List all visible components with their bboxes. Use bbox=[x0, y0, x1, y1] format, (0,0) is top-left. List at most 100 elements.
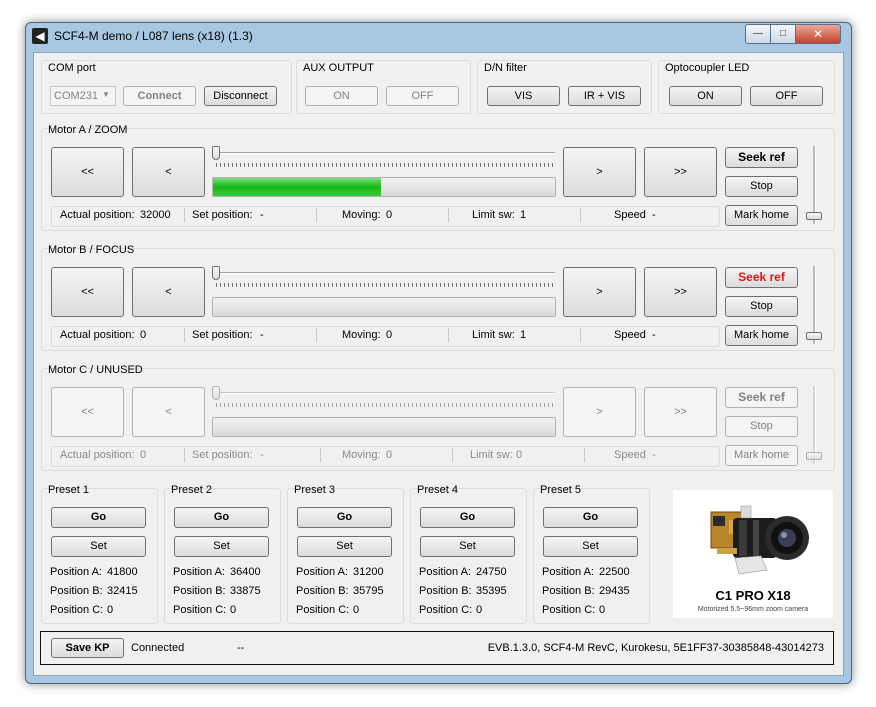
motor-c-fast-left-button[interactable]: << bbox=[51, 387, 124, 437]
motor-b-fast-left-button[interactable]: << bbox=[51, 267, 124, 317]
motor-c-slider-thumb[interactable] bbox=[212, 386, 220, 400]
camera-lens-illustration bbox=[710, 505, 809, 575]
preset-4-pos-c-label: Position C: bbox=[419, 604, 473, 616]
chevron-down-icon: ▼ bbox=[102, 90, 110, 99]
product-subtitle: Motorized 5.5~96mm zoom camera bbox=[697, 606, 809, 613]
motor-b-limit-value: 1 bbox=[520, 329, 527, 341]
save-kp-button[interactable]: Save KP bbox=[51, 638, 124, 658]
motor-b-seek-ref-button[interactable]: Seek ref bbox=[725, 267, 798, 288]
preset-4-label: Preset 4 bbox=[417, 484, 458, 496]
motor-c-left-button[interactable]: < bbox=[132, 387, 205, 437]
preset-3-set-button[interactable]: Set bbox=[297, 536, 392, 557]
motor-c-right-button[interactable]: > bbox=[563, 387, 636, 437]
preset-1-pos-a-label: Position A: bbox=[50, 566, 102, 578]
motor-a-right-button[interactable]: > bbox=[563, 147, 636, 197]
close-icon: ✕ bbox=[812, 27, 824, 41]
motor-a-fast-left-button[interactable]: << bbox=[51, 147, 124, 197]
motor-c-speed-thumb[interactable] bbox=[806, 452, 822, 460]
separator bbox=[316, 208, 317, 222]
motor-a-set-value: - bbox=[260, 209, 264, 221]
motor-a-slider-thumb[interactable] bbox=[212, 146, 220, 160]
preset-1-pos-c-value: 0 bbox=[107, 604, 114, 616]
preset-4-pos-a-value: 24750 bbox=[476, 566, 507, 578]
motor-c-speed-label: Speed bbox=[614, 449, 646, 461]
motor-b-limit-label: Limit sw: bbox=[472, 329, 515, 341]
preset-5-go-button[interactable]: Go bbox=[543, 507, 638, 528]
preset-2-pos-c-label: Position C: bbox=[173, 604, 227, 616]
preset-2-set-button[interactable]: Set bbox=[174, 536, 269, 557]
separator bbox=[320, 448, 321, 462]
separator bbox=[316, 328, 317, 342]
motor-c-set-label: Set position: bbox=[192, 449, 253, 461]
motor-b-mark-home-button[interactable]: Mark home bbox=[725, 325, 798, 346]
motor-c-stop-button[interactable]: Stop bbox=[725, 416, 798, 437]
motor-a-actual-label: Actual position: bbox=[60, 209, 135, 221]
preset-3-pos-c-label: Position C: bbox=[296, 604, 350, 616]
preset-5-pos-c-label: Position C: bbox=[542, 604, 596, 616]
separator bbox=[184, 448, 185, 462]
connect-button[interactable]: Connect bbox=[123, 86, 196, 106]
motor-b-speed-thumb[interactable] bbox=[806, 332, 822, 340]
motor-c-mark-home-button[interactable]: Mark home bbox=[725, 445, 798, 466]
motor-a-slider-ticks bbox=[216, 163, 554, 167]
aux-output-label: AUX OUTPUT bbox=[303, 62, 374, 74]
motor-a-set-label: Set position: bbox=[192, 209, 253, 221]
motor-a-fast-right-button[interactable]: >> bbox=[644, 147, 717, 197]
preset-3-pos-b-label: Position B: bbox=[296, 585, 349, 597]
app-icon[interactable]: ◀ bbox=[32, 28, 48, 44]
ir-vis-button[interactable]: IR + VIS bbox=[568, 86, 641, 106]
preset-3-pos-a-value: 31200 bbox=[353, 566, 384, 578]
motor-a-stop-button[interactable]: Stop bbox=[725, 176, 798, 197]
maximize-button[interactable]: □ bbox=[770, 24, 796, 44]
preset-1-pos-b-label: Position B: bbox=[50, 585, 103, 597]
window-title: SCF4-M demo / L087 lens (x18) (1.3) bbox=[54, 29, 253, 43]
minimize-button[interactable]: — bbox=[745, 24, 771, 44]
motor-a-speed-thumb[interactable] bbox=[806, 212, 822, 220]
preset-1-set-button[interactable]: Set bbox=[51, 536, 146, 557]
motor-b-slider-thumb[interactable] bbox=[212, 266, 220, 280]
motor-b-slider-track[interactable] bbox=[213, 272, 555, 274]
motor-c-speed-value: - bbox=[652, 449, 656, 461]
com-port-select[interactable]: COM231 ▼ bbox=[50, 86, 116, 106]
disconnect-button[interactable]: Disconnect bbox=[204, 86, 277, 106]
motor-b-fast-right-button[interactable]: >> bbox=[644, 267, 717, 317]
opto-on-button[interactable]: ON bbox=[669, 86, 742, 106]
motor-c-fast-right-button[interactable]: >> bbox=[644, 387, 717, 437]
preset-4-set-button[interactable]: Set bbox=[420, 536, 515, 557]
preset-3-go-button[interactable]: Go bbox=[297, 507, 392, 528]
close-button[interactable]: ✕ bbox=[795, 24, 841, 44]
motor-a-slider-track[interactable] bbox=[213, 152, 555, 154]
motor-c-limit-value: 0 bbox=[516, 449, 523, 461]
preset-2-label: Preset 2 bbox=[171, 484, 212, 496]
preset-4-pos-a-label: Position A: bbox=[419, 566, 471, 578]
preset-5-pos-a-label: Position A: bbox=[542, 566, 594, 578]
motor-a-speed-label: Speed bbox=[614, 209, 646, 221]
motor-a-left-button[interactable]: < bbox=[132, 147, 205, 197]
aux-on-button[interactable]: ON bbox=[305, 86, 378, 106]
motor-c-moving-label: Moving: bbox=[342, 449, 381, 461]
motor-b-set-value: - bbox=[260, 329, 264, 341]
preset-3-pos-b-value: 35795 bbox=[353, 585, 384, 597]
title-bar[interactable]: ◀ SCF4-M demo / L087 lens (x18) (1.3) — … bbox=[26, 23, 851, 49]
separator bbox=[580, 208, 581, 222]
motor-a-progress-fill bbox=[213, 178, 381, 196]
motor-a-mark-home-button[interactable]: Mark home bbox=[725, 205, 798, 226]
aux-off-button[interactable]: OFF bbox=[386, 86, 459, 106]
optocoupler-label: Optocoupler LED bbox=[665, 62, 750, 74]
preset-2-go-button[interactable]: Go bbox=[174, 507, 269, 528]
motor-c-progress bbox=[212, 417, 556, 437]
vis-button[interactable]: VIS bbox=[487, 86, 560, 106]
preset-5-set-button[interactable]: Set bbox=[543, 536, 638, 557]
opto-off-button[interactable]: OFF bbox=[750, 86, 823, 106]
motor-a-seek-ref-button[interactable]: Seek ref bbox=[725, 147, 798, 168]
motor-c-slider-track[interactable] bbox=[213, 392, 555, 394]
motor-b-stop-button[interactable]: Stop bbox=[725, 296, 798, 317]
motor-b-left-button[interactable]: < bbox=[132, 267, 205, 317]
preset-4-pos-b-value: 35395 bbox=[476, 585, 507, 597]
motor-c-seek-ref-button[interactable]: Seek ref bbox=[725, 387, 798, 408]
preset-4-go-button[interactable]: Go bbox=[420, 507, 515, 528]
preset-1-go-button[interactable]: Go bbox=[51, 507, 146, 528]
preset-3-label: Preset 3 bbox=[294, 484, 335, 496]
motor-b-right-button[interactable]: > bbox=[563, 267, 636, 317]
motor-b-speed-label: Speed bbox=[614, 329, 646, 341]
